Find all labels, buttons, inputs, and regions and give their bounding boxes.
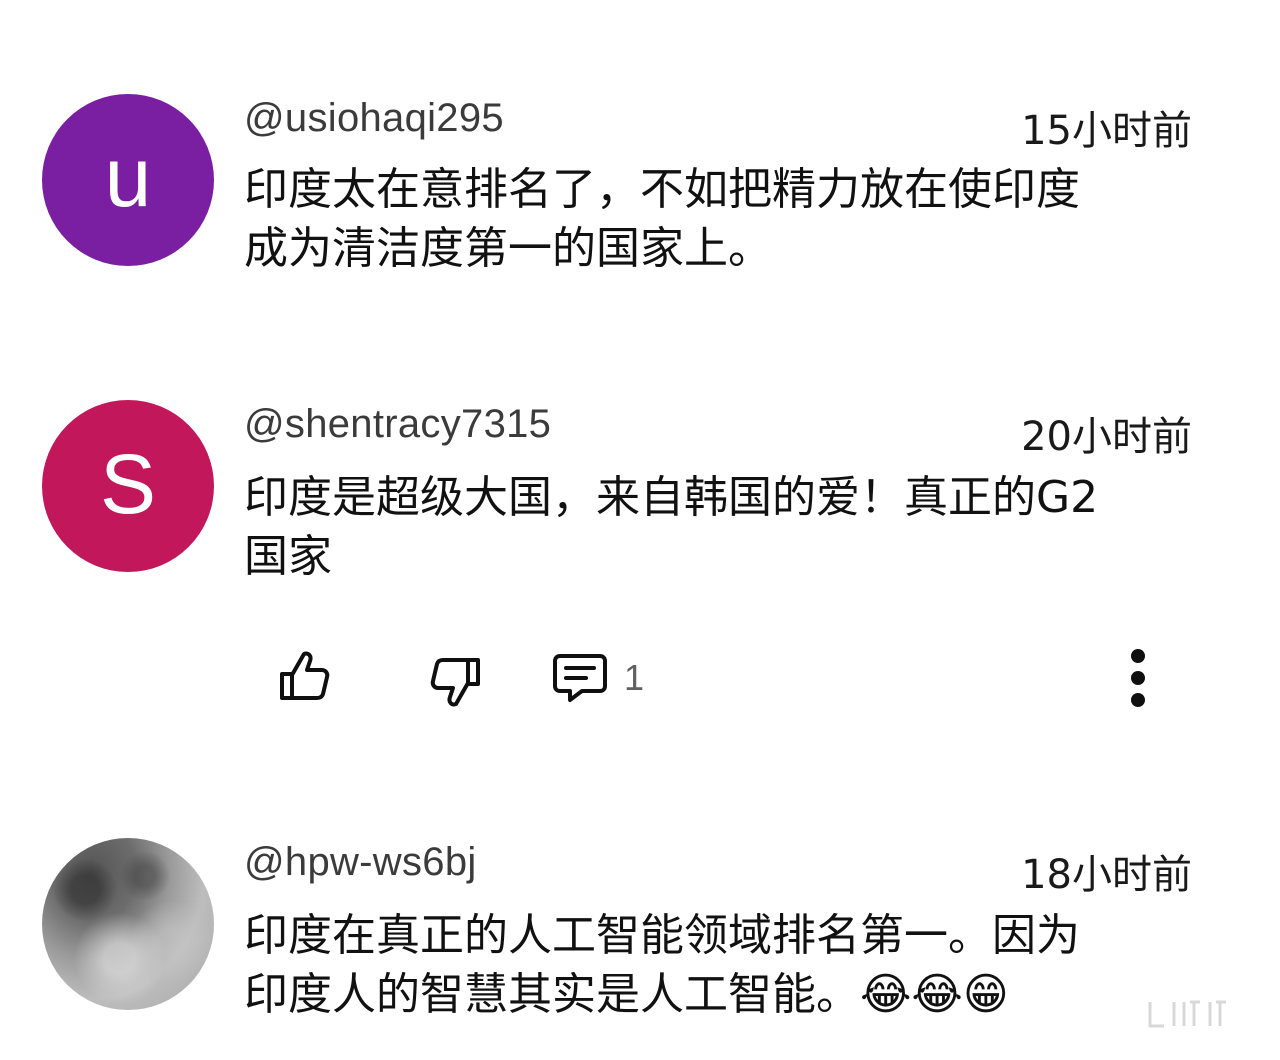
avatar-letter: u (104, 129, 152, 224)
comment-text-line: 印度是超级大国，来自韩国的爱！真正的G2 (244, 472, 1099, 523)
reply-count: 1 (624, 657, 645, 698)
more-options-button[interactable] (1118, 646, 1158, 710)
avatar[interactable]: u (42, 94, 214, 266)
comment-actions: 1 (0, 642, 1280, 714)
dislike-button[interactable] (428, 654, 482, 710)
comment-text-line: 印度太在意排名了，不如把精力放在使印度 (244, 164, 1080, 215)
avatar-letter: S (99, 436, 157, 531)
reply-button[interactable]: 1 (552, 652, 644, 704)
like-button[interactable] (278, 648, 332, 704)
avatar[interactable] (42, 838, 214, 1010)
comment-timestamp: 20小时前 (1021, 414, 1192, 460)
comment-text-line: 印度在真正的人工智能领域排名第一。因为 (244, 910, 1080, 961)
comment-text: 印度在真正的人工智能领域排名第一。因为 印度人的智慧其实是人工智能。😂😂😁 (244, 906, 1204, 1024)
comment-username[interactable]: @hpw-ws6bj (244, 840, 477, 885)
comment-text: 印度太在意排名了，不如把精力放在使印度 成为清洁度第一的国家上。 (244, 160, 1204, 278)
comment-timestamp: 15小时前 (1021, 108, 1192, 154)
more-vert-icon (1118, 646, 1158, 710)
avatar[interactable]: S (42, 400, 214, 572)
thumbs-down-icon (428, 654, 482, 710)
comment-username[interactable]: @usiohaqi295 (244, 96, 504, 141)
comment-icon (552, 652, 608, 704)
comment-timestamp: 18小时前 (1021, 852, 1192, 898)
comment-text-line: 印度人的智慧其实是人工智能。😂😂😁 (244, 969, 1009, 1020)
comment-text: 印度是超级大国，来自韩国的爱！真正的G2 国家 (244, 468, 1204, 586)
thumbs-up-icon (278, 648, 332, 704)
comment-text-line: 国家 (244, 531, 332, 582)
watermark-logo (1144, 996, 1254, 1036)
comment-text-line: 成为清洁度第一的国家上。 (244, 223, 772, 274)
comment-username[interactable]: @shentracy7315 (244, 402, 551, 447)
